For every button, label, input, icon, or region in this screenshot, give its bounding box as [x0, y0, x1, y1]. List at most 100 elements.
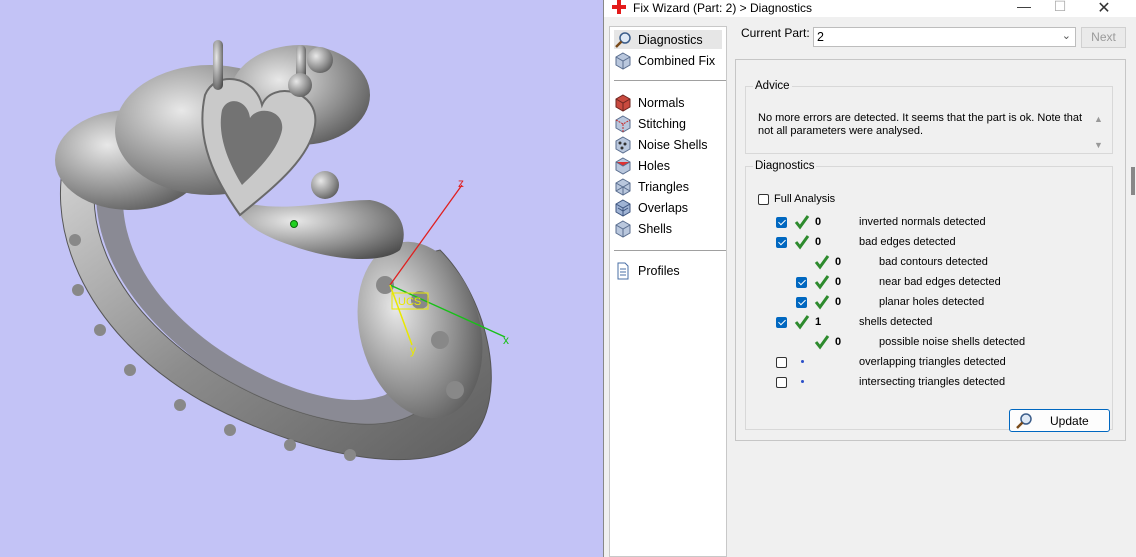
window-title: Fix Wizard (Part: 2) > Diagnostics	[633, 1, 813, 15]
diagnostic-row: 0 possible noise shells detected	[746, 334, 1106, 350]
diagnostic-count: 0	[835, 276, 842, 288]
stitching-cube-icon	[615, 114, 631, 133]
diagnostic-text: possible noise shells detected	[879, 336, 1026, 348]
diagnostic-checkbox[interactable]	[796, 277, 807, 288]
green-check-icon	[794, 235, 810, 250]
update-button[interactable]: Update	[1009, 409, 1110, 432]
diagnostic-row: 0 bad contours detected	[746, 254, 1106, 270]
green-check-icon	[814, 335, 830, 350]
diagnostic-text: shells detected	[859, 316, 933, 328]
current-part-value: 2	[817, 30, 824, 44]
maximize-button[interactable]: ☐	[1040, 0, 1080, 16]
current-part-label: Current Part:	[741, 26, 810, 40]
diagnostic-row: 1 shells detected	[746, 314, 1106, 330]
green-check-icon	[814, 295, 830, 310]
diagnostic-row: 0 planar holes detected	[746, 294, 1106, 310]
next-button[interactable]: Next	[1081, 27, 1126, 48]
ring-model-render: UCS z x y	[55, 40, 509, 461]
diagnostic-checkbox[interactable]	[776, 377, 787, 388]
x-axis-label: x	[503, 333, 509, 347]
nav-label: Holes	[638, 158, 670, 173]
noise-shells-icon	[615, 135, 631, 154]
diagnostic-text: near bad edges detected	[879, 276, 1001, 288]
scrollbar-thumb[interactable]	[1131, 167, 1135, 195]
diagnostic-checkbox[interactable]	[776, 237, 787, 248]
pending-dot-icon	[801, 360, 804, 363]
nav-label: Profiles	[638, 263, 680, 278]
diagnostic-count: 0	[815, 216, 822, 228]
nav-label: Stitching	[638, 116, 686, 131]
document-icon	[617, 262, 629, 279]
diagnostic-checkbox[interactable]	[796, 297, 807, 308]
nav-label: Diagnostics	[638, 32, 703, 47]
diagnostic-text: intersecting triangles detected	[859, 376, 1006, 388]
diagnostic-row: intersecting triangles detected	[746, 374, 1106, 390]
nav-item-holes[interactable]: Holes	[614, 156, 722, 175]
diagnostic-count: 0	[835, 256, 842, 268]
nav-label: Triangles	[638, 179, 689, 194]
magnifier-icon	[1016, 413, 1032, 429]
nav-label: Shells	[638, 221, 673, 236]
green-check-icon	[814, 275, 830, 290]
magnifier-icon	[615, 31, 631, 48]
diagnostic-row: 0 bad edges detected	[746, 234, 1106, 250]
nav-label: Noise Shells	[638, 137, 708, 152]
scroll-up-icon[interactable]: ▲	[1094, 114, 1103, 124]
diagnostics-legend: Diagnostics	[755, 160, 815, 172]
cube-icon	[615, 51, 631, 70]
green-check-icon	[794, 315, 810, 330]
diagnostic-row: 0 inverted normals detected	[746, 214, 1106, 230]
ucs-label: UCS	[398, 296, 421, 308]
scroll-down-icon[interactable]: ▼	[1094, 140, 1103, 150]
nav-item-triangles[interactable]: Triangles	[614, 177, 722, 196]
green-check-icon	[814, 255, 830, 270]
diagnostic-text: planar holes detected	[879, 296, 985, 308]
advice-group: Advice No more errors are detected. It s…	[745, 80, 1113, 154]
nav-item-stitching[interactable]: Stitching	[614, 114, 722, 133]
full-analysis-checkbox[interactable]	[758, 193, 769, 205]
nav-item-normals[interactable]: Normals	[614, 93, 722, 112]
diagnostic-text: inverted normals detected	[859, 216, 986, 228]
full-analysis-label: Full Analysis	[774, 193, 836, 205]
nav-divider	[614, 250, 726, 251]
pivot-point[interactable]	[290, 220, 298, 228]
nav-item-diagnostics[interactable]: Diagnostics	[614, 30, 722, 49]
green-check-icon	[794, 215, 810, 230]
nav-label: Normals	[638, 95, 685, 110]
nav-divider	[614, 80, 726, 81]
diagnostic-row: 0 near bad edges detected	[746, 274, 1106, 290]
overlaps-cube-icon	[615, 198, 631, 217]
diagnostic-count: 0	[835, 296, 842, 308]
full-analysis-option[interactable]: Full Analysis	[758, 193, 835, 205]
diagnostic-count: 0	[835, 336, 842, 348]
shells-cube-icon	[615, 219, 631, 238]
red-cross-icon	[612, 0, 626, 14]
normals-cube-icon	[615, 93, 631, 112]
diagnostic-checkbox[interactable]	[776, 217, 787, 228]
holes-cube-icon	[615, 156, 631, 175]
advice-scrollbar[interactable]: ▲ ▼	[1094, 114, 1106, 152]
minimize-button[interactable]: —	[1004, 0, 1044, 16]
diagnostics-group: Diagnostics Full Analysis 0 inverted norm…	[745, 160, 1113, 432]
diagnostic-checkbox[interactable]	[776, 317, 787, 328]
nav-item-shells[interactable]: Shells	[614, 219, 722, 238]
nav-item-combined-fix[interactable]: Combined Fix	[614, 51, 722, 70]
diagnostic-count: 0	[815, 236, 822, 248]
close-button[interactable]: ✕	[1084, 0, 1124, 17]
diagnostic-text: bad edges detected	[859, 236, 956, 248]
dialog-scrollbar[interactable]	[1130, 17, 1136, 557]
advice-legend: Advice	[755, 80, 790, 92]
nav-item-noise-shells[interactable]: Noise Shells	[614, 135, 722, 154]
3d-viewport[interactable]: UCS z x y	[0, 0, 603, 557]
nav-label: Overlaps	[638, 200, 689, 215]
title-bar[interactable]: Fix Wizard (Part: 2) > Diagnostics — ☐ ✕	[604, 0, 1136, 17]
current-part-select[interactable]: 2 ⌄	[813, 27, 1076, 47]
diagnostic-checkbox[interactable]	[776, 357, 787, 368]
triangles-cube-icon	[615, 177, 631, 196]
pending-dot-icon	[801, 380, 804, 383]
nav-item-overlaps[interactable]: Overlaps	[614, 198, 722, 217]
diagnostic-row: overlapping triangles detected	[746, 354, 1106, 370]
update-label: Update	[1050, 414, 1089, 428]
nav-item-profiles[interactable]: Profiles	[614, 261, 722, 280]
advice-text: No more errors are detected. It seems th…	[758, 112, 1083, 137]
